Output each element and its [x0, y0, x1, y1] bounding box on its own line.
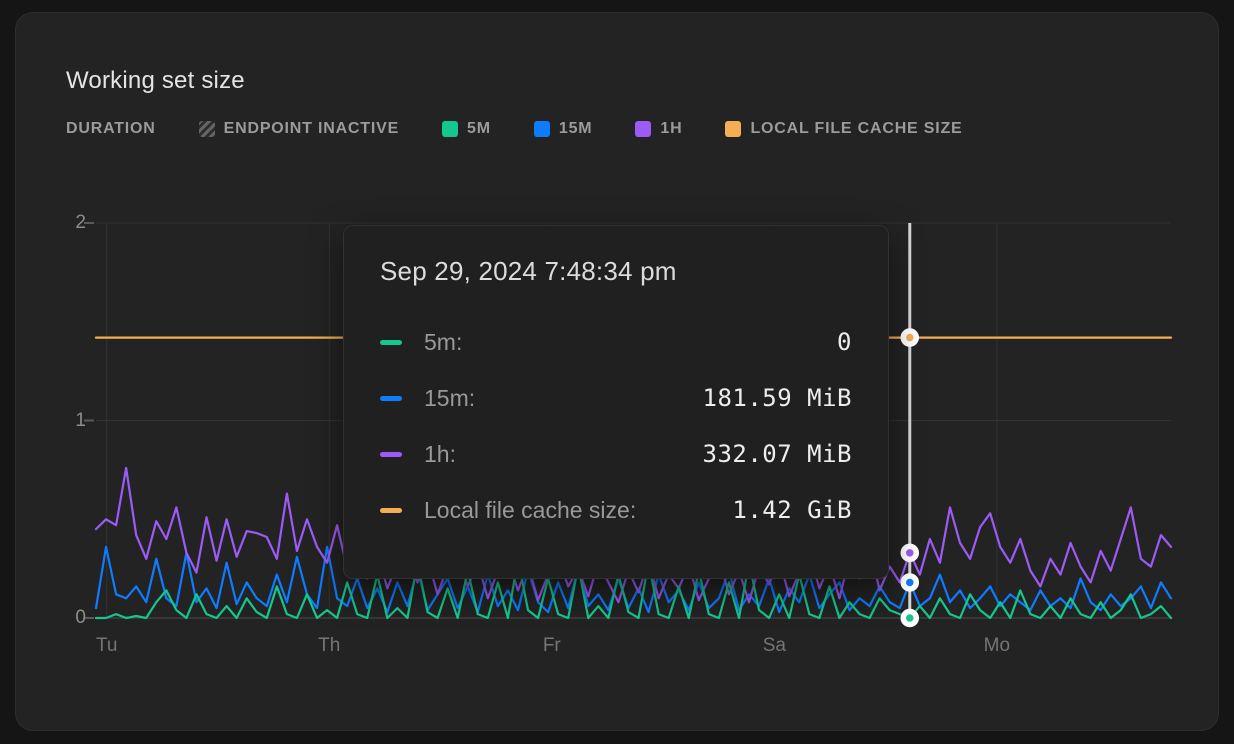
- tooltip-row-1h: 1h: 332.07 MiB: [380, 441, 852, 467]
- tooltip-timestamp: Sep 29, 2024 7:48:34 pm: [380, 256, 852, 287]
- page-title: Working set size: [66, 67, 245, 95]
- tooltip-row-label: 1h:: [424, 441, 703, 468]
- legend-item-label: 15M: [559, 120, 593, 138]
- cursor-marker-icon: [903, 546, 916, 559]
- chart-tooltip: Sep 29, 2024 7:48:34 pm 5m: 0 15m: 181.5…: [343, 225, 889, 579]
- tooltip-row-value: 0: [837, 328, 852, 356]
- tooltip-row-15m: 15m: 181.59 MiB: [380, 385, 852, 411]
- purple-dash-icon: [380, 452, 402, 457]
- tooltip-row-value: 1.42 GiB: [732, 496, 852, 524]
- working-set-size-card: Working set size DURATION ENDPOINT INACT…: [15, 12, 1219, 731]
- tooltip-row-local-file-cache-size: Local file cache size: 1.42 GiB: [380, 497, 852, 523]
- tooltip-row-value: 332.07 MiB: [703, 440, 853, 468]
- legend-item-label: 5M: [467, 120, 491, 138]
- y-axis-label: 2: [60, 212, 86, 234]
- legend-item-local-file-cache-size[interactable]: LOCAL FILE CACHE SIZE: [725, 120, 962, 138]
- y-axis-label: 0: [60, 607, 86, 629]
- legend-item-1h[interactable]: 1H: [635, 120, 682, 138]
- tooltip-row-5m: 5m: 0: [380, 329, 852, 355]
- cursor-marker-icon: [903, 576, 916, 589]
- x-axis-label: Sa: [763, 635, 786, 657]
- x-axis-label: Mo: [984, 635, 1010, 657]
- tooltip-row-label: 15m:: [424, 385, 703, 412]
- x-axis-label: Tu: [96, 635, 117, 657]
- legend-item-label: ENDPOINT INACTIVE: [224, 120, 399, 138]
- y-axis-label: 1: [60, 410, 86, 432]
- orange-swatch-icon: [725, 121, 741, 137]
- cursor-marker-icon: [903, 331, 916, 344]
- green-dash-icon: [380, 340, 402, 345]
- chart-legend: DURATION ENDPOINT INACTIVE 5M 15M 1H LOC…: [66, 117, 963, 141]
- green-swatch-icon: [442, 121, 458, 137]
- legend-item-label: LOCAL FILE CACHE SIZE: [750, 120, 962, 138]
- legend-item-5m[interactable]: 5M: [442, 120, 491, 138]
- legend-item-label: 1H: [660, 120, 682, 138]
- orange-dash-icon: [380, 508, 402, 513]
- blue-dash-icon: [380, 396, 402, 401]
- legend-caption-duration: DURATION: [66, 120, 156, 138]
- tooltip-row-value: 181.59 MiB: [703, 384, 853, 412]
- blue-swatch-icon: [534, 121, 550, 137]
- hatched-swatch-icon: [199, 121, 215, 137]
- cursor-marker-icon: [903, 612, 916, 625]
- legend-item-endpoint-inactive[interactable]: ENDPOINT INACTIVE: [199, 120, 399, 138]
- purple-swatch-icon: [635, 121, 651, 137]
- tooltip-row-label: Local file cache size:: [424, 497, 732, 524]
- legend-item-15m[interactable]: 15M: [534, 120, 593, 138]
- tooltip-row-label: 5m:: [424, 329, 837, 356]
- x-axis-label: Fr: [543, 635, 561, 657]
- x-axis-label: Th: [318, 635, 340, 657]
